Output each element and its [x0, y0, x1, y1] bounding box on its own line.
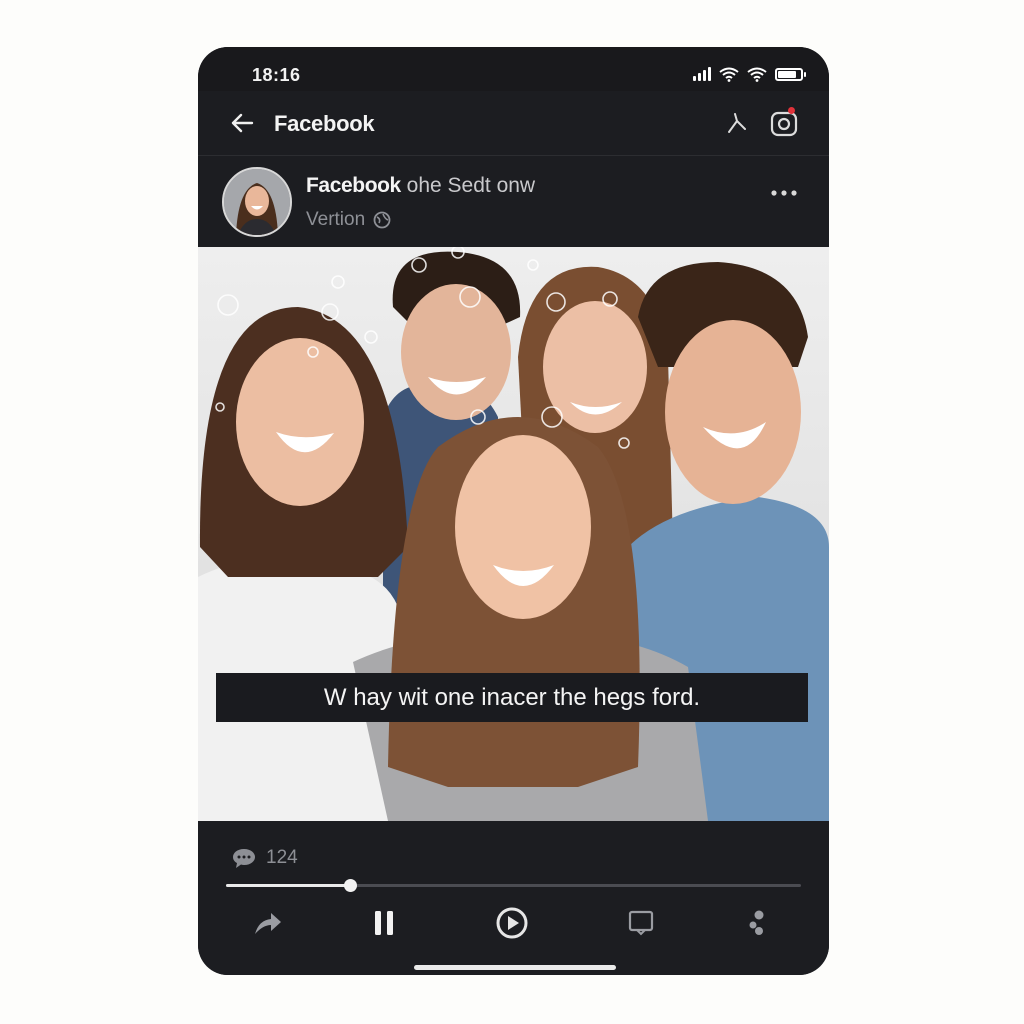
status-time: 18:16	[252, 65, 301, 85]
post-author[interactable]: Facebook ohe Sedt onw	[306, 174, 535, 198]
battery-icon	[775, 67, 806, 81]
author-avatar[interactable]	[222, 167, 292, 237]
author-name[interactable]: Facebook	[306, 174, 401, 197]
video-caption: W hay wit one inacer the hegs ford.	[216, 673, 808, 722]
post-media[interactable]: W hay wit one inacer the hegs ford.	[198, 247, 829, 821]
people-icon	[749, 910, 764, 935]
status-bar: 18:16	[198, 47, 829, 91]
pause-icon	[375, 911, 393, 935]
nav-title: Facebook	[274, 111, 375, 136]
post-subtitle-row: Vertion	[306, 209, 391, 231]
share-button[interactable]	[252, 907, 284, 939]
notification-dot	[788, 107, 795, 114]
more-options-icon[interactable]	[769, 186, 799, 200]
comment-bubble-icon	[233, 849, 255, 868]
avatar-image	[224, 169, 290, 235]
globe-icon	[373, 211, 391, 229]
captions-icon	[628, 910, 654, 936]
camera-icon[interactable]	[769, 108, 799, 138]
comment-count: 124	[266, 847, 298, 868]
author-name-rest: ohe Sedt onw	[406, 174, 536, 197]
post-header: Facebook ohe Sedt onw Vertion	[198, 156, 829, 247]
share-icon[interactable]	[725, 111, 749, 135]
group-photo	[198, 247, 829, 821]
play-circle-icon	[496, 907, 528, 939]
people-button[interactable]	[743, 907, 775, 939]
signal-icon	[693, 67, 711, 81]
play-button[interactable]	[496, 907, 528, 939]
pause-button[interactable]	[368, 907, 400, 939]
post-subtitle: Vertion	[306, 209, 366, 230]
wifi-icon	[719, 67, 739, 82]
battery-level	[778, 70, 797, 78]
top-nav-bar: Facebook	[198, 91, 829, 156]
wifi-icon-2	[747, 67, 767, 82]
video-progress-bar[interactable]	[226, 879, 801, 892]
player-controls: 124	[198, 821, 829, 975]
phone-frame: 18:16 Facebook Facebook ohe Sedt onw Ver…	[198, 47, 829, 975]
status-icons	[693, 65, 806, 83]
captions-button[interactable]	[625, 907, 657, 939]
share-arrow-icon	[255, 913, 281, 934]
back-arrow-icon[interactable]	[228, 109, 256, 137]
home-indicator[interactable]	[414, 965, 616, 970]
comment-count-row[interactable]: 124	[232, 847, 298, 869]
progress-fill	[226, 884, 350, 887]
progress-scrubber[interactable]	[343, 879, 357, 892]
